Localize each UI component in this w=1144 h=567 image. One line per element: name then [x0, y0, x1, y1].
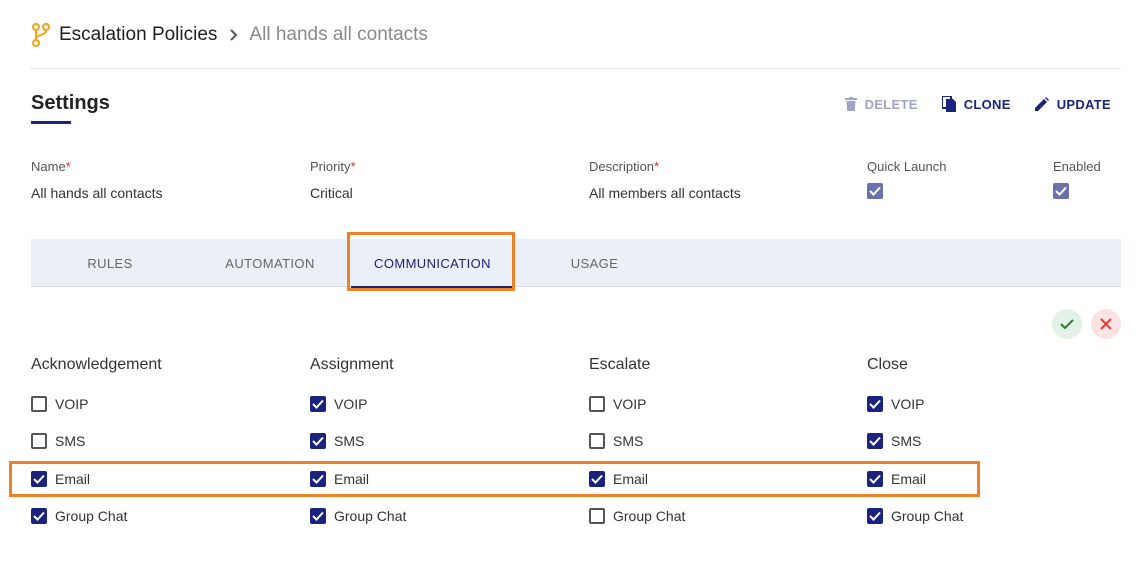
name-field: Name* All hands all contacts — [31, 159, 163, 201]
copy-icon — [941, 96, 956, 112]
assignment-voip-checkbox[interactable] — [310, 396, 326, 412]
pencil-icon — [1034, 97, 1049, 111]
description-label: Description* — [589, 159, 660, 174]
update-label: UPDATE — [1056, 96, 1111, 112]
delete-button[interactable]: DELETE — [844, 93, 918, 115]
enabled-checkbox[interactable] — [1053, 183, 1069, 199]
option-label: VOIP — [613, 396, 647, 412]
option-label: SMS — [891, 433, 922, 449]
enabled-field: Enabled — [1053, 159, 1101, 199]
escalate-group-chat-checkbox[interactable] — [589, 508, 605, 524]
tab-highlight-box — [347, 232, 515, 291]
escalate-voip-option[interactable]: VOIP — [589, 394, 646, 414]
tab-bar: RULES AUTOMATION COMMUNICATION USAGE — [31, 239, 1121, 288]
page-title: Settings — [31, 92, 110, 114]
acknowledgement-group-chat-option[interactable]: Group Chat — [31, 506, 127, 526]
close-voip-option[interactable]: VOIP — [867, 394, 924, 414]
cancel-button[interactable] — [1091, 309, 1121, 339]
escalate-voip-checkbox[interactable] — [589, 396, 605, 412]
quick-launch-label: Quick Launch — [867, 159, 947, 174]
description-value: All members all contacts — [589, 185, 741, 201]
acknowledgement-group-chat-checkbox[interactable] — [31, 508, 47, 524]
check-icon — [1060, 319, 1074, 330]
required-mark: * — [65, 159, 71, 174]
escalate-sms-checkbox[interactable] — [589, 433, 605, 449]
option-label: SMS — [334, 433, 365, 449]
action-toolbar: DELETE CLONE UPDATE — [821, 93, 1111, 115]
required-mark: * — [350, 159, 356, 174]
tab-usage[interactable]: USAGE — [514, 239, 675, 287]
option-label: SMS — [613, 433, 644, 449]
escalate-group-chat-option[interactable]: Group Chat — [589, 506, 685, 526]
priority-field: Priority* Critical — [310, 159, 356, 201]
check-icon — [312, 399, 324, 409]
priority-value: Critical — [310, 185, 353, 201]
update-button[interactable]: UPDATE — [1034, 93, 1111, 115]
column-title-assignment: Assignment — [310, 356, 394, 373]
check-icon — [312, 436, 324, 446]
close-sms-option[interactable]: SMS — [867, 431, 921, 451]
confirm-button[interactable] — [1052, 309, 1082, 339]
check-icon — [312, 511, 324, 521]
check-icon — [869, 399, 881, 409]
header-divider — [30, 68, 1121, 69]
description-field: Description* All members all contacts — [589, 159, 741, 201]
title-underline — [31, 121, 71, 124]
acknowledgement-voip-checkbox[interactable] — [31, 396, 47, 412]
chevron-right-icon — [229, 29, 239, 41]
git-branch-icon — [30, 22, 52, 48]
column-title-escalate: Escalate — [589, 356, 651, 373]
clone-button[interactable]: CLONE — [941, 93, 1011, 115]
option-label: Group Chat — [334, 508, 407, 524]
quick-launch-checkbox[interactable] — [867, 183, 883, 199]
delete-label: DELETE — [864, 96, 918, 112]
tab-rules[interactable]: RULES — [31, 239, 189, 287]
acknowledgement-sms-checkbox[interactable] — [31, 433, 47, 449]
assignment-group-chat-checkbox[interactable] — [310, 508, 326, 524]
option-label: VOIP — [891, 396, 925, 412]
check-icon — [869, 436, 881, 446]
escalate-sms-option[interactable]: SMS — [589, 431, 643, 451]
close-group-chat-checkbox[interactable] — [867, 508, 883, 524]
priority-label: Priority* — [310, 159, 356, 174]
check-icon — [869, 186, 881, 196]
trash-icon — [844, 97, 857, 111]
breadcrumb-root-link[interactable]: Escalation Policies — [59, 24, 217, 46]
quick-launch-field: Quick Launch — [867, 159, 947, 199]
option-label: Group Chat — [891, 508, 964, 524]
close-icon — [1100, 318, 1112, 330]
column-title-acknowledgement: Acknowledgement — [31, 356, 162, 373]
option-label: VOIP — [55, 396, 89, 412]
clone-label: CLONE — [963, 96, 1011, 112]
required-mark: * — [654, 159, 660, 174]
assignment-sms-checkbox[interactable] — [310, 433, 326, 449]
assignment-group-chat-option[interactable]: Group Chat — [310, 506, 406, 526]
option-label: SMS — [55, 433, 86, 449]
assignment-sms-option[interactable]: SMS — [310, 431, 364, 451]
name-value: All hands all contacts — [31, 185, 163, 201]
acknowledgement-voip-option[interactable]: VOIP — [31, 394, 88, 414]
option-label: VOIP — [334, 396, 368, 412]
breadcrumb-current: All hands all contacts — [249, 24, 428, 45]
column-title-close: Close — [867, 356, 908, 373]
option-label: Group Chat — [55, 508, 128, 524]
email-row-highlight-box — [9, 461, 980, 497]
breadcrumb: Escalation Policies All hands all contac… — [30, 20, 428, 50]
check-icon — [33, 511, 45, 521]
assignment-voip-option[interactable]: VOIP — [310, 394, 367, 414]
enabled-label: Enabled — [1053, 159, 1101, 174]
close-group-chat-option[interactable]: Group Chat — [867, 506, 963, 526]
check-icon — [1055, 186, 1067, 196]
acknowledgement-sms-option[interactable]: SMS — [31, 431, 85, 451]
close-voip-checkbox[interactable] — [867, 396, 883, 412]
tab-automation[interactable]: AUTOMATION — [189, 239, 351, 287]
option-label: Group Chat — [613, 508, 686, 524]
name-label: Name* — [31, 159, 71, 174]
close-sms-checkbox[interactable] — [867, 433, 883, 449]
check-icon — [869, 511, 881, 521]
